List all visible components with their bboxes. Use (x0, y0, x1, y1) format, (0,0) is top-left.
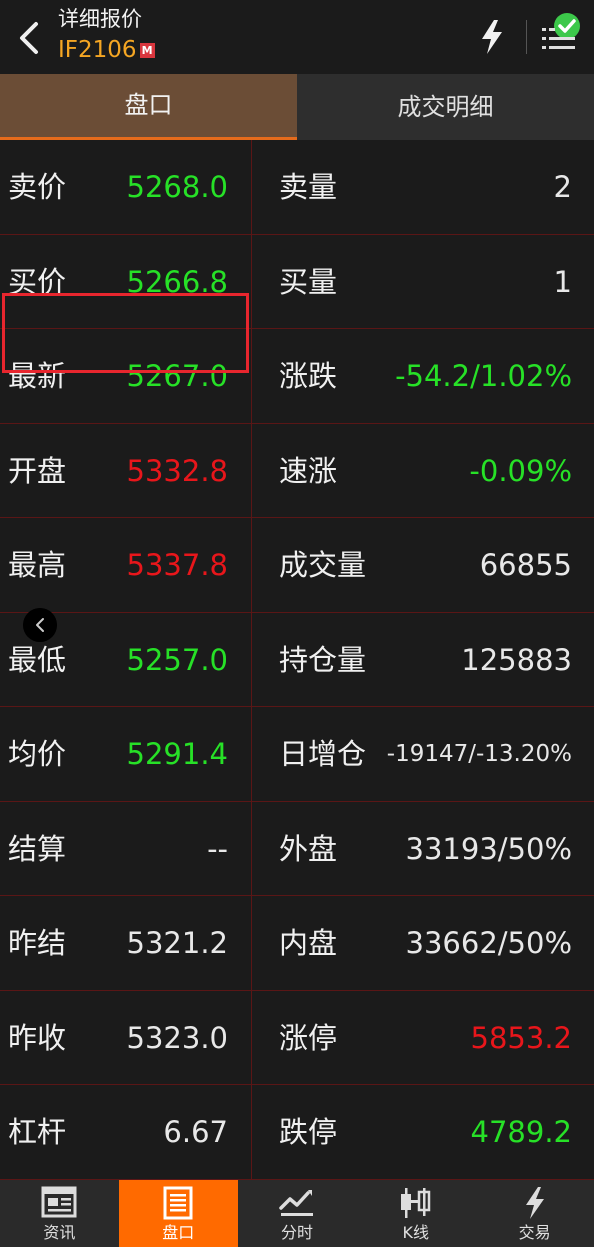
quote-row: 买价 5266.8 买量 1 (0, 234, 594, 329)
bottom-nav: 资讯 盘口 分时 K线 交易 (0, 1180, 594, 1247)
nav-trade-label: 交易 (518, 1223, 551, 1242)
right-label: 跌停 (279, 1115, 338, 1149)
right-value: 4789.2 (470, 1115, 572, 1149)
left-label: 开盘 (8, 453, 67, 488)
page-title: 详细报价 (58, 7, 142, 31)
right-value: 33662/50% (405, 926, 572, 960)
nav-news[interactable]: 资讯 (0, 1180, 119, 1247)
back-arrow-icon[interactable] (12, 18, 48, 58)
nav-trade[interactable]: 交易 (475, 1180, 594, 1247)
right-label: 买量 (279, 264, 338, 299)
right-value: 2 (553, 170, 572, 204)
nav-time-share-label: 分时 (280, 1223, 313, 1242)
left-value: 5267.0 (126, 359, 228, 393)
tab-trade-details[interactable]: 成交明细 (297, 74, 594, 140)
collapse-button[interactable] (23, 608, 57, 642)
header-divider (526, 20, 527, 54)
nav-order-book-label: 盘口 (162, 1223, 195, 1242)
market-badge: M (139, 42, 155, 58)
quote-row: 杠杆 6.67 跌停 4789.2 (0, 1085, 594, 1180)
right-value: 5853.2 (470, 1020, 572, 1055)
quote-grid: 卖价 5268.0 卖量 2 买价 5266.8 买量 1 最新 5267.0 涨跌 -54.2/1.… (0, 140, 594, 1180)
time-share-icon (279, 1190, 313, 1216)
nav-order-book[interactable]: 盘口 (118, 1180, 238, 1247)
nav-news-label: 资讯 (43, 1223, 76, 1242)
quote-row: 最低 5257.0 持仓量 125883 (0, 612, 594, 707)
left-label: 昨结 (8, 926, 67, 960)
column-divider (251, 612, 252, 706)
quote-row: 开盘 5332.8 速涨 -0.09% (0, 423, 594, 518)
left-label: 最新 (8, 359, 67, 393)
left-value: 5337.8 (126, 548, 228, 582)
right-value: -19147/-13.20% (386, 741, 572, 767)
quote-row: 卖价 5268.0 卖量 2 (0, 140, 594, 235)
checklist-icon[interactable] (540, 10, 586, 56)
contract-code: IF2106 (58, 37, 137, 63)
column-divider (251, 329, 252, 423)
nav-kline-label: K线 (402, 1223, 430, 1242)
left-value: 5323.0 (126, 1020, 228, 1055)
right-value: -54.2/1.02% (395, 359, 572, 393)
left-value: 5321.2 (126, 926, 228, 960)
right-label: 成交量 (279, 548, 367, 582)
column-divider (251, 234, 252, 328)
right-value: 33193/50% (405, 831, 572, 866)
left-value: 5266.8 (126, 264, 228, 299)
column-divider (251, 1085, 252, 1179)
quote-row: 最高 5337.8 成交量 66855 (0, 518, 594, 613)
left-label: 结算 (8, 831, 67, 866)
right-value: 1 (553, 264, 572, 299)
nav-kline[interactable]: K线 (356, 1180, 475, 1247)
left-label: 昨收 (8, 1020, 67, 1055)
left-label: 均价 (8, 737, 67, 771)
column-divider (251, 423, 252, 517)
column-divider (251, 707, 252, 801)
right-label: 内盘 (279, 926, 338, 960)
right-label: 外盘 (279, 831, 338, 866)
right-value: 125883 (461, 642, 572, 677)
left-value: 5257.0 (126, 642, 228, 677)
trade-bolt-icon (525, 1187, 544, 1219)
news-icon (41, 1186, 77, 1218)
column-divider (251, 896, 252, 990)
right-label: 速涨 (279, 453, 338, 488)
left-label: 最高 (8, 548, 67, 582)
left-value: -- (207, 831, 228, 866)
left-value: 5268.0 (126, 170, 228, 204)
right-label: 日增仓 (279, 737, 367, 771)
left-label: 买价 (8, 264, 67, 299)
right-label: 涨跌 (279, 359, 338, 393)
quote-row: 均价 5291.4 日增仓 -19147/-13.20% (0, 707, 594, 802)
right-label: 卖量 (279, 170, 338, 204)
quote-row: 昨结 5321.2 内盘 33662/50% (0, 896, 594, 991)
left-value: 5332.8 (126, 453, 228, 488)
tab-bar: 盘口 成交明细 (0, 74, 594, 140)
left-label: 杠杆 (8, 1115, 67, 1149)
nav-time-share[interactable]: 分时 (238, 1180, 357, 1247)
column-divider (251, 140, 252, 234)
left-label: 卖价 (8, 170, 67, 204)
column-divider (251, 518, 252, 612)
column-divider (251, 990, 252, 1084)
right-label: 涨停 (279, 1020, 338, 1055)
candlestick-icon (400, 1188, 431, 1218)
left-value: 6.67 (163, 1115, 228, 1149)
order-book-icon (163, 1186, 193, 1220)
left-value: 5291.4 (126, 737, 228, 771)
quote-row: 昨收 5323.0 涨停 5853.2 (0, 990, 594, 1085)
quote-row: 最新 5267.0 涨跌 -54.2/1.02% (0, 329, 594, 424)
title-block: 详细报价 IF2106 M (58, 6, 155, 64)
lightning-icon[interactable] (478, 18, 506, 56)
header: 详细报价 IF2106 M (0, 0, 594, 74)
quote-row: 结算 -- 外盘 33193/50% (0, 801, 594, 896)
right-label: 持仓量 (279, 642, 367, 677)
column-divider (251, 801, 252, 895)
tab-order-book[interactable]: 盘口 (0, 74, 297, 140)
right-value: 66855 (479, 548, 572, 582)
right-value: -0.09% (469, 453, 572, 488)
